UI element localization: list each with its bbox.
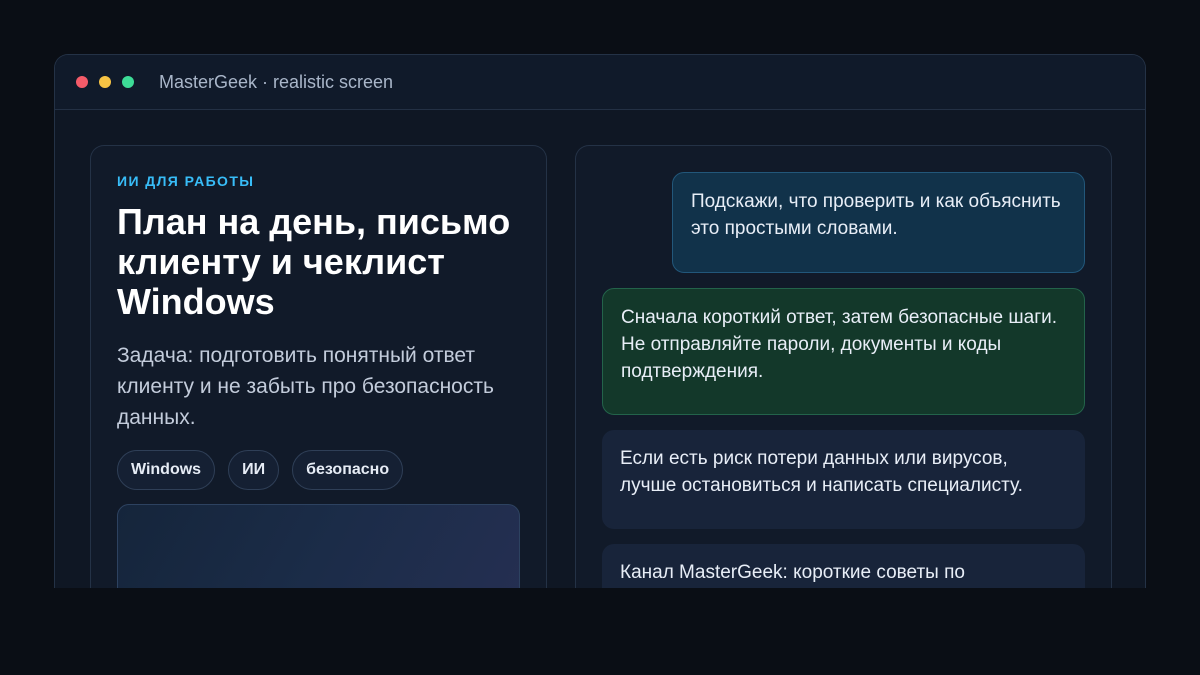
task-description: Задача: подготовить понятный ответ клиен… [117, 344, 494, 429]
preview-image [117, 504, 520, 588]
chat-panel: Подскажи, что проверить и как объяснить … [575, 145, 1112, 588]
tag-safe[interactable]: безопасно [292, 450, 404, 490]
close-window-button[interactable] [76, 76, 88, 88]
tag-ai[interactable]: ИИ [228, 450, 280, 490]
section-kicker: ИИ ДЛЯ РАБОТЫ [117, 173, 255, 189]
title-bar: MasterGeek · realistic screen [55, 55, 1145, 110]
minimize-window-button[interactable] [99, 76, 111, 88]
page-title: План на день, письмо клиенту и чеклист W… [117, 201, 511, 322]
assistant-message: Сначала короткий ответ, затем безопасные… [602, 288, 1085, 415]
tag-windows[interactable]: Windows [117, 450, 216, 490]
channel-message: Канал MasterGeek: короткие советы по [602, 544, 1085, 588]
warning-message: Если есть риск потери данных или вирусов… [602, 430, 1085, 529]
tag-list: Windows ИИ безопасно [117, 450, 520, 490]
user-message: Подскажи, что проверить и как объяснить … [672, 172, 1085, 273]
info-panel: ИИ ДЛЯ РАБОТЫ План на день, письмо клиен… [90, 145, 547, 588]
app-window: MasterGeek · realistic screen ИИ ДЛЯ РАБ… [54, 54, 1146, 588]
window-title: MasterGeek · realistic screen [159, 71, 394, 92]
maximize-window-button[interactable] [122, 76, 134, 88]
